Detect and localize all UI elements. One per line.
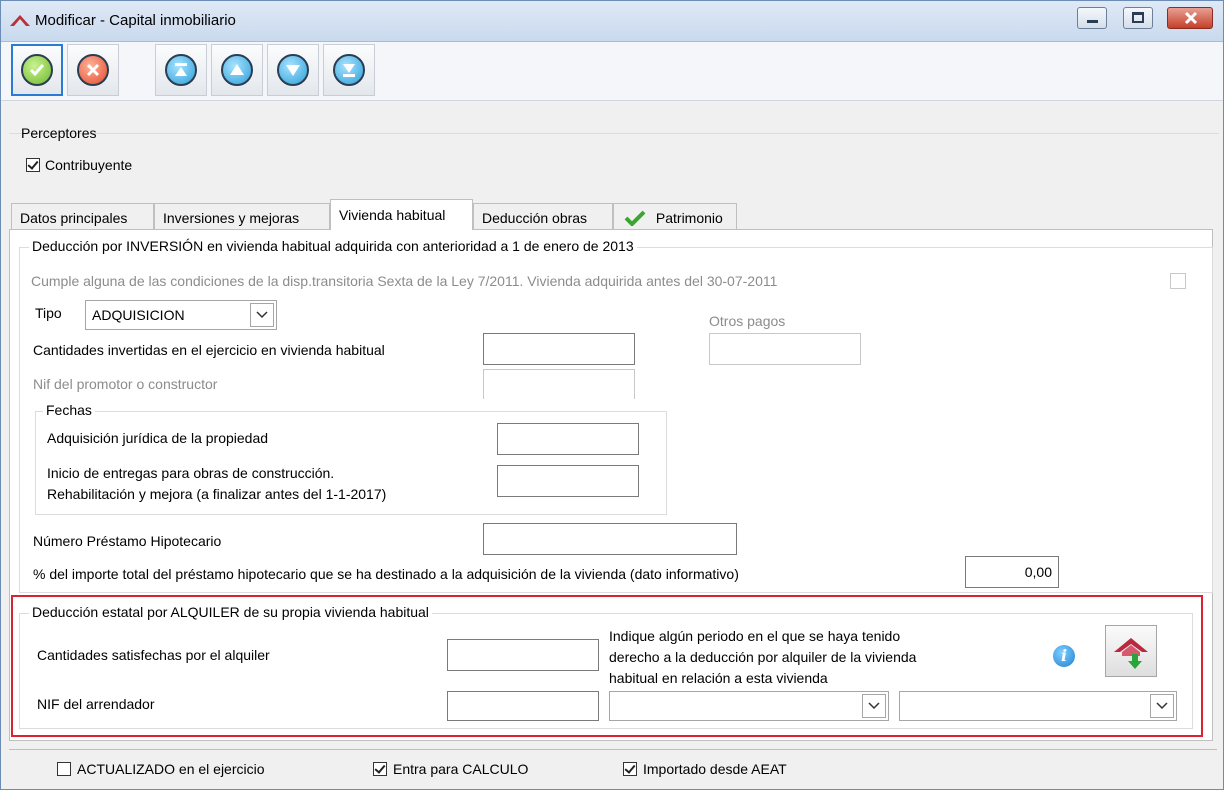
tab-vivienda-habitual[interactable]: Vivienda habitual (330, 199, 473, 230)
check-circle-icon (21, 54, 53, 86)
perceptores-group (9, 133, 1219, 189)
cumple-checkbox[interactable] (1170, 273, 1186, 289)
chevron-down-icon (862, 694, 886, 718)
tab-inversiones-y-mejoras[interactable]: Inversiones y mejoras (154, 203, 330, 229)
arrow-first-icon (165, 54, 197, 86)
contribuyente-label: Contribuyente (45, 157, 133, 173)
cantidades-alquiler-input[interactable] (447, 639, 599, 671)
nif-promotor-input[interactable] (483, 369, 635, 399)
close-icon (1184, 11, 1198, 25)
house-download-icon (1114, 638, 1148, 669)
alquiler-legend: Deducción estatal por ALQUILER de su pro… (29, 604, 432, 620)
inicio-entregas-label-line2: Rehabilitación y mejora (a finalizar ant… (47, 486, 387, 502)
arrow-last-icon (333, 54, 365, 86)
tipo-select[interactable]: ADQUISICION (85, 300, 277, 330)
accept-button[interactable] (11, 44, 63, 96)
cantidades-invertidas-input[interactable] (483, 333, 635, 365)
last-record-button[interactable] (323, 44, 375, 96)
contribuyente-checkbox[interactable] (26, 158, 40, 172)
tipo-label: Tipo (35, 305, 62, 321)
chevron-down-icon (1150, 694, 1174, 718)
inicio-entregas-label-line1: Inicio de entregas para obras de constru… (47, 465, 335, 481)
tab-datos-principales[interactable]: Datos principales (11, 203, 154, 229)
adquisicion-juridica-label: Adquisición jurídica de la propiedad (47, 430, 269, 446)
maximize-button[interactable] (1123, 7, 1153, 29)
aeat-checkbox[interactable] (623, 762, 637, 776)
prestamo-hipotecario-input[interactable] (483, 523, 737, 555)
app-roof-logo-icon (9, 11, 31, 32)
fechas-legend: Fechas (43, 402, 95, 418)
nif-arrendador-label: NIF del arrendador (37, 696, 155, 712)
nif-arrendador-input[interactable] (447, 691, 599, 721)
aeat-label: Importado desde AEAT (643, 761, 787, 777)
periodo-text-line2: derecho a la deducción por alquiler de l… (609, 649, 917, 665)
perceptores-legend: Perceptores (21, 125, 97, 141)
title-bar: Modificar - Capital inmobiliario (1, 1, 1223, 42)
periodo-text-line1: Indique algún periodo en el que se haya … (609, 628, 901, 644)
cantidades-invertidas-label: Cantidades invertidas en el ejercicio en… (33, 342, 385, 358)
calculo-checkbox[interactable] (373, 762, 387, 776)
periodo-inicio-select[interactable] (609, 691, 889, 721)
maximize-icon (1132, 12, 1144, 23)
minimize-button[interactable] (1077, 7, 1107, 29)
arrow-up-icon (221, 54, 253, 86)
arrow-down-icon (277, 54, 309, 86)
tab-deduccion-obras[interactable]: Deducción obras (473, 203, 613, 229)
tipo-value: ADQUISICION (92, 307, 185, 323)
window-title: Modificar - Capital inmobiliario (35, 12, 236, 29)
inversion-legend: Deducción por INVERSIÓN en vivienda habi… (29, 238, 637, 254)
calculo-label: Entra para CALCULO (393, 761, 529, 777)
minimize-icon (1087, 20, 1098, 23)
add-period-button[interactable] (1105, 625, 1157, 677)
next-record-button[interactable] (267, 44, 319, 96)
adquisicion-juridica-input[interactable] (497, 423, 639, 455)
info-icon[interactable]: i (1053, 645, 1075, 667)
otros-pagos-label: Otros pagos (709, 313, 786, 329)
first-record-button[interactable] (155, 44, 207, 96)
periodo-fin-select[interactable] (899, 691, 1177, 721)
otros-pagos-input[interactable] (709, 333, 861, 365)
previous-record-button[interactable] (211, 44, 263, 96)
inicio-entregas-input[interactable] (497, 465, 639, 497)
cancel-button[interactable] (67, 44, 119, 96)
porcentaje-prestamo-input[interactable]: 0,00 (965, 556, 1059, 588)
x-circle-icon (77, 54, 109, 86)
chevron-down-icon (250, 303, 274, 327)
actualizado-checkbox[interactable] (57, 762, 71, 776)
green-check-icon (624, 210, 646, 227)
close-window-button[interactable] (1167, 7, 1213, 29)
porcentaje-prestamo-label: % del importe total del préstamo hipotec… (33, 566, 739, 582)
tab-patrimonio[interactable]: Patrimonio (613, 203, 737, 229)
window: Modificar - Capital inmobiliario Percept… (0, 0, 1224, 790)
cantidades-alquiler-label: Cantidades satisfechas por el alquiler (37, 647, 270, 663)
toolbar (1, 42, 1223, 101)
actualizado-label: ACTUALIZADO en el ejercicio (77, 761, 265, 777)
periodo-text-line3: habitual en relación a esta vivienda (609, 670, 828, 686)
nif-promotor-label: Nif del promotor o constructor (33, 376, 218, 392)
prestamo-hipotecario-label: Número Préstamo Hipotecario (33, 533, 222, 549)
cumple-label: Cumple alguna de las condiciones de la d… (31, 273, 778, 289)
